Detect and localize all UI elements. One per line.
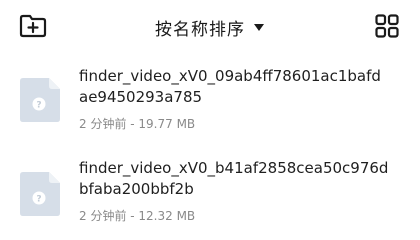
svg-text:?: ? — [36, 101, 41, 111]
sort-selector[interactable]: 按名称排序 — [0, 14, 420, 40]
caret-down-icon — [254, 24, 264, 31]
svg-text:?: ? — [36, 195, 41, 205]
file-list-item[interactable]: ? finder_video_xV0_09ab4ff78601ac1bafdae… — [0, 58, 420, 142]
top-bar: 按名称排序 — [0, 0, 420, 52]
file-meta: 2 分钟前 - 19.77 MB — [79, 117, 196, 131]
unknown-file-icon: ? — [20, 78, 60, 122]
file-name: finder_video_xV0_b41af2858cea50c976dbfab… — [79, 159, 389, 198]
sort-label: 按名称排序 — [155, 19, 245, 40]
file-list: ? finder_video_xV0_09ab4ff78601ac1bafdae… — [0, 58, 420, 234]
file-name: finder_video_xV0_09ab4ff78601ac1bafdae94… — [79, 67, 381, 106]
unknown-file-icon: ? — [20, 172, 60, 216]
file-list-item[interactable]: ? finder_video_xV0_b41af2858cea50c976dbf… — [0, 150, 420, 234]
grid-view-icon[interactable] — [375, 14, 399, 38]
file-meta: 2 分钟前 - 12.32 MB — [79, 209, 196, 223]
